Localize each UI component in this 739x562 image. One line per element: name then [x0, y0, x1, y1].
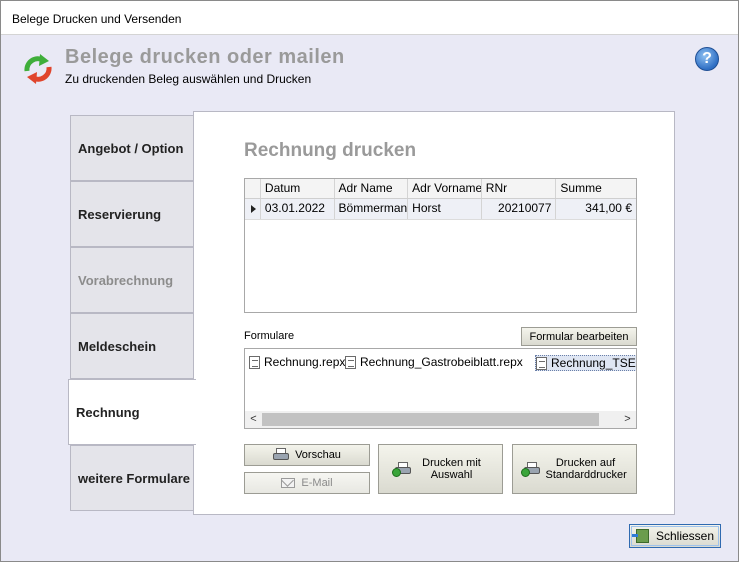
- close-button[interactable]: Schliessen: [629, 524, 721, 548]
- scroll-right-icon[interactable]: >: [619, 411, 636, 428]
- cell-adr-vorname: Horst: [408, 199, 482, 219]
- file-name: Rechnung.repx: [264, 355, 346, 369]
- document-icon: [249, 355, 260, 369]
- column-header-adr-vorname[interactable]: Adr Vorname: [408, 179, 482, 198]
- cell-rnr: 20210077: [482, 199, 557, 219]
- scrollbar-thumb[interactable]: [262, 413, 599, 426]
- header-title: Belege drucken oder mailen: [65, 46, 345, 68]
- column-header-rnr[interactable]: RNr: [482, 179, 557, 198]
- dialog-window: Belege Drucken und Versenden Belege druc…: [0, 0, 739, 562]
- close-button-label: Schliessen: [655, 529, 715, 543]
- grid-header-indicator: [245, 179, 261, 198]
- print-with-selection-label: Drucken mit Auswahl: [422, 457, 481, 481]
- tab-meldeschein[interactable]: Meldeschein: [70, 313, 194, 379]
- printer-icon: [273, 448, 290, 462]
- print-default-printer-label: Drucken auf Standarddrucker: [545, 457, 627, 481]
- table-row[interactable]: 03.01.2022 Bömmermann Horst 20210077 341…: [245, 199, 636, 220]
- scroll-left-icon[interactable]: <: [245, 411, 262, 428]
- row-indicator-icon: [245, 199, 261, 219]
- cell-datum: 03.01.2022: [261, 199, 335, 219]
- file-name: Rechnung_TSE.re: [551, 356, 636, 370]
- refresh-arrows-icon: [24, 54, 52, 84]
- column-header-summe[interactable]: Summe: [556, 179, 636, 198]
- tab-weitere-formulare[interactable]: weitere Formulare: [70, 445, 194, 511]
- rechnung-panel: Rechnung drucken Datum Adr Name Adr Vorn…: [193, 111, 675, 515]
- window-title: Belege Drucken und Versenden: [12, 12, 182, 26]
- email-button[interactable]: E-Mail: [244, 472, 370, 494]
- list-item-selected[interactable]: Rechnung_TSE.re: [535, 355, 636, 371]
- grid-header: Datum Adr Name Adr Vorname RNr Summe: [245, 179, 636, 199]
- column-header-adr-name[interactable]: Adr Name: [335, 179, 409, 198]
- formulare-label: Formulare: [244, 330, 295, 342]
- print-with-selection-button[interactable]: Drucken mit Auswahl: [378, 444, 503, 494]
- preview-button-label: Vorschau: [295, 449, 341, 461]
- list-item[interactable]: Rechnung_Gastrobeiblatt.repx: [345, 355, 523, 369]
- tab-reservierung[interactable]: Reservierung: [70, 181, 194, 247]
- form-file-list[interactable]: Rechnung.repx Rechnung_Gastrobeiblatt.re…: [244, 348, 637, 429]
- list-item[interactable]: Rechnung.repx: [249, 355, 345, 369]
- column-header-datum[interactable]: Datum: [261, 179, 335, 198]
- header-subtitle: Zu druckenden Beleg auswählen und Drucke…: [65, 72, 312, 86]
- help-icon[interactable]: ?: [695, 47, 719, 71]
- horizontal-scrollbar[interactable]: < >: [245, 411, 636, 428]
- tab-rechnung[interactable]: Rechnung: [68, 379, 196, 445]
- exit-door-icon: [631, 529, 649, 543]
- panel-title: Rechnung drucken: [244, 140, 417, 161]
- printer-check-icon: [391, 462, 411, 477]
- document-icon: [345, 355, 356, 369]
- email-button-label: E-Mail: [301, 477, 333, 489]
- printer-check-icon: [520, 462, 540, 477]
- tab-angebot-option[interactable]: Angebot / Option: [70, 115, 194, 181]
- invoice-grid[interactable]: Datum Adr Name Adr Vorname RNr Summe 03.…: [244, 178, 637, 313]
- edit-form-button[interactable]: Formular bearbeiten: [521, 327, 637, 346]
- cell-adr-name: Bömmermann: [335, 199, 409, 219]
- tab-vorabrechnung[interactable]: Vorabrechnung: [70, 247, 194, 313]
- cell-summe: 341,00 €: [585, 201, 632, 215]
- document-icon: [536, 356, 547, 370]
- title-bar[interactable]: Belege Drucken und Versenden: [1, 1, 738, 35]
- preview-button[interactable]: Vorschau: [244, 444, 370, 466]
- print-default-printer-button[interactable]: Drucken auf Standarddrucker: [512, 444, 637, 494]
- file-name: Rechnung_Gastrobeiblatt.repx: [360, 355, 523, 369]
- envelope-icon: [281, 478, 296, 488]
